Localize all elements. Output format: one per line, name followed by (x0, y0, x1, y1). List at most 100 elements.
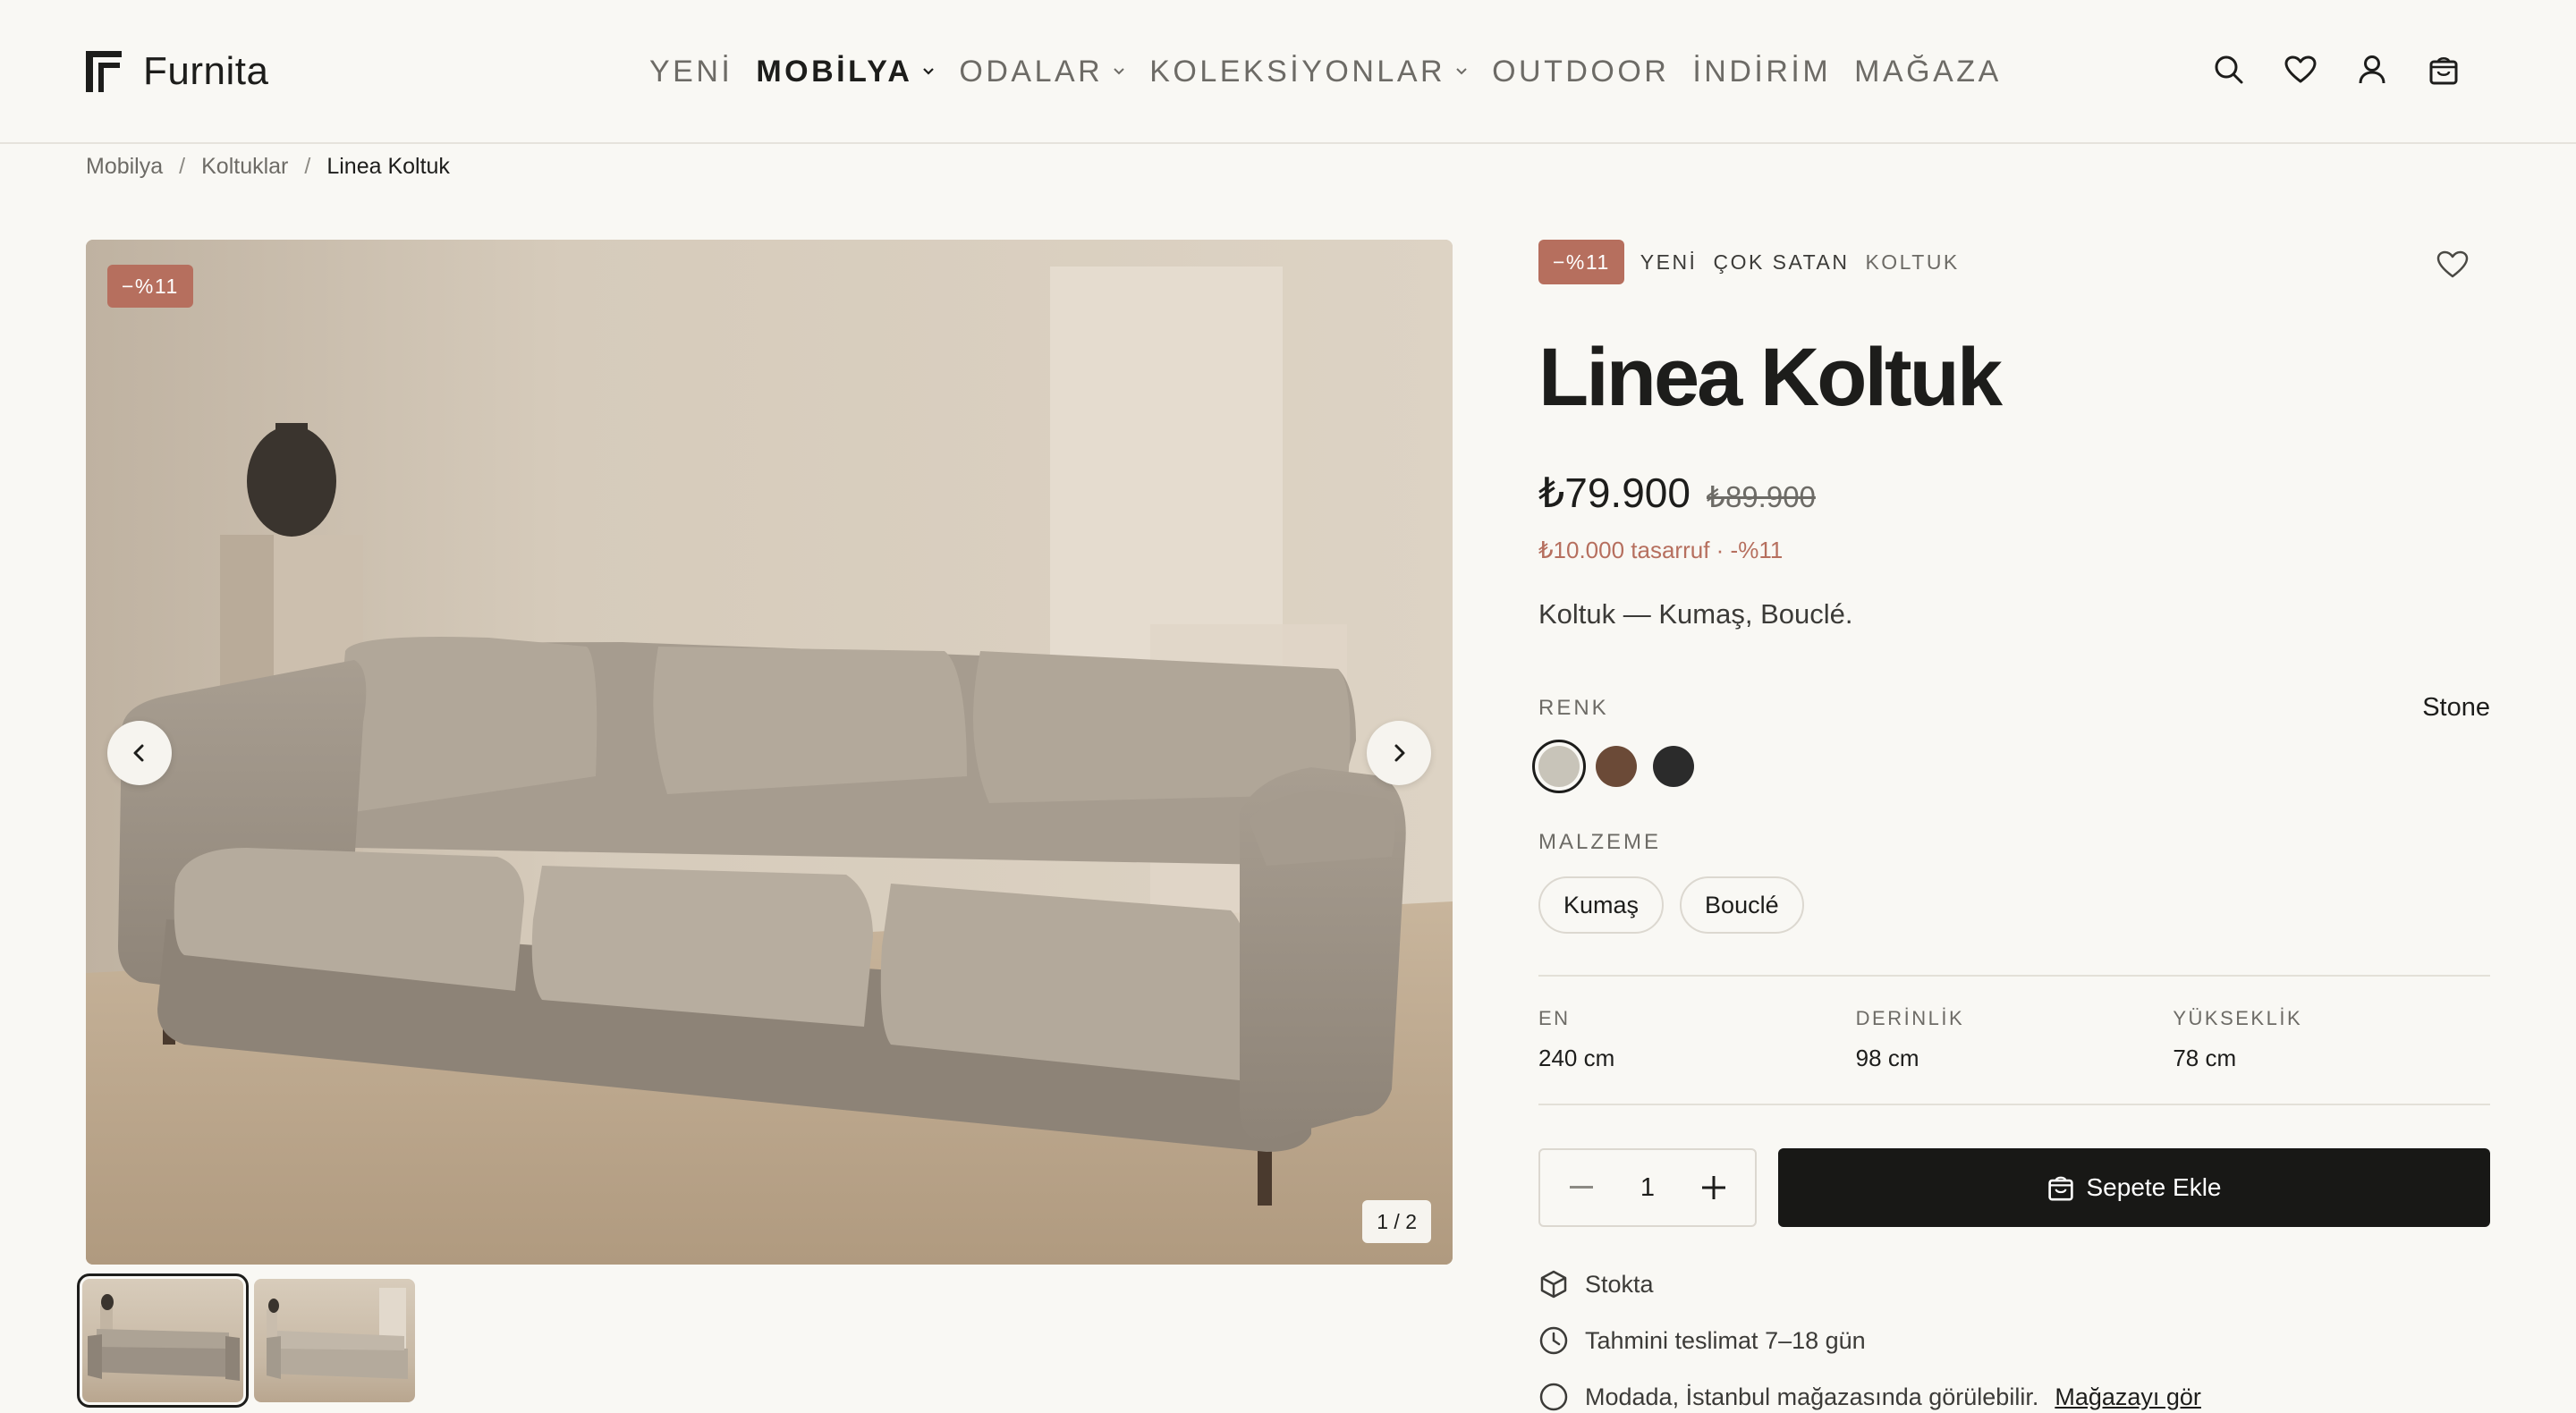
nav-label: KOLEKSİYONLAR (1149, 54, 1446, 89)
quantity-decrease-button[interactable] (1565, 1172, 1597, 1204)
gallery-next-button[interactable] (1367, 721, 1431, 785)
add-to-cart-button[interactable]: Sepete Ekle (1778, 1148, 2490, 1227)
nav-item-magaza[interactable]: MAĞAZA (1854, 55, 2002, 89)
selected-color-name: Stone (2422, 693, 2490, 722)
stock-status: Stokta (1538, 1268, 2490, 1300)
discount-badge: −%11 (107, 265, 193, 308)
image-counter: 1 / 2 (1362, 1200, 1431, 1243)
thumbnail-1[interactable] (77, 1273, 249, 1408)
color-swatch-stone[interactable] (1532, 740, 1586, 793)
quantity-stepper: 1 (1538, 1148, 1757, 1227)
nav-item-outdoor[interactable]: OUTDOOR (1492, 55, 1669, 89)
material-chip-kumas[interactable]: Kumaş (1538, 876, 1665, 934)
breadcrumb: Mobilya / Koltuklar / Linea Koltuk (86, 150, 450, 182)
store-icon (1539, 1383, 1568, 1411)
shopping-bag-icon (2047, 1176, 2073, 1201)
wishlist-button[interactable] (2284, 52, 2317, 88)
nav-item-mobilya[interactable]: MOBİLYA (756, 55, 936, 89)
breadcrumb-separator: / (304, 153, 311, 179)
discount-tag: −%11 (1538, 240, 1624, 284)
box-icon (1540, 1270, 1567, 1299)
store-link[interactable]: Mağazayı gör (2055, 1383, 2201, 1411)
site-header: Furnita YENİ MOBİLYA ODALAR KOLEKSİYONLA… (0, 0, 2576, 144)
account-button[interactable] (2356, 52, 2388, 88)
brand-logo[interactable]: Furnita (86, 47, 268, 97)
saving-text: ₺10.000 tasarruf · -%11 (1538, 537, 1784, 563)
product-title: Linea Koltuk (1538, 332, 2003, 423)
price-row: ₺79.900 ₺89.900 (1538, 469, 2490, 517)
nav-item-yeni[interactable]: YENİ (649, 55, 733, 89)
chevron-left-icon (133, 744, 144, 762)
minus-icon (1570, 1186, 1593, 1189)
purchase-row: 1 Sepete Ekle (1538, 1148, 2490, 1227)
header-actions (2213, 52, 2460, 88)
material-label: MALZEME (1538, 830, 1662, 854)
color-swatch-brown[interactable] (1596, 746, 1637, 787)
heart-icon (2436, 250, 2469, 278)
product-subtitle: Koltuk — Kumaş, Bouclé. (1538, 598, 1853, 630)
chevron-down-icon (1456, 68, 1467, 75)
product-image-gallery[interactable]: −%11 1 / 2 (86, 240, 1453, 1265)
search-icon (2215, 55, 2243, 84)
breadcrumb-link-koltuklar[interactable]: Koltuklar (201, 154, 288, 180)
dimension-value: 98 cm (1855, 1045, 1919, 1071)
logo-mark-icon (86, 51, 122, 92)
quantity-increase-button[interactable] (1698, 1172, 1730, 1204)
product-main-image (86, 240, 1453, 1265)
stock-text: Stokta (1585, 1270, 1654, 1298)
product-meta: Stokta Tahmini teslimat 7–18 gün Modada,… (1538, 1268, 2490, 1413)
tag-bestseller: ÇOK SATAN (1713, 250, 1850, 274)
delivery-estimate: Tahmini teslimat 7–18 gün (1538, 1324, 2490, 1357)
nav-item-odalar[interactable]: ODALAR (959, 55, 1126, 89)
product-tags: −%11 YENİ ÇOK SATAN KOLTUK (1538, 240, 2490, 284)
old-price: ₺89.900 (1706, 480, 1816, 513)
add-to-wishlist-button[interactable] (2436, 250, 2472, 286)
nav-item-koleksiyonlar[interactable]: KOLEKSİYONLAR (1149, 55, 1469, 89)
tag-new: YENİ (1640, 250, 1698, 274)
material-chip-boucle[interactable]: Bouclé (1680, 876, 1804, 934)
chevron-down-icon (1114, 68, 1124, 75)
chevron-right-icon (1394, 744, 1405, 762)
shopping-bag-icon (2429, 57, 2458, 85)
chevron-down-icon (923, 68, 935, 75)
dimension-label: EN (1538, 1007, 1571, 1029)
thumbnail-strip (77, 1273, 415, 1408)
breadcrumb-separator: / (179, 153, 186, 179)
gallery-prev-button[interactable] (107, 721, 172, 785)
nav-label: YENİ (649, 54, 733, 89)
color-section-header: RENK Stone (1538, 693, 2490, 723)
color-swatch-charcoal[interactable] (1653, 746, 1694, 787)
user-icon (2359, 55, 2385, 84)
heart-icon (2284, 55, 2317, 83)
color-label: RENK (1538, 695, 1609, 720)
nav-label: OUTDOOR (1492, 54, 1670, 89)
brand-name: Furnita (143, 49, 269, 93)
dimension-value: 240 cm (1538, 1045, 1615, 1071)
thumbnail-image (267, 1288, 408, 1379)
store-availability: Modada, İstanbul mağazasında görülebilir… (1538, 1381, 2490, 1413)
search-button[interactable] (2213, 52, 2245, 88)
thumbnail-image (88, 1294, 240, 1381)
breadcrumb-current: Linea Koltuk (326, 153, 450, 179)
dimension-label: DERİNLİK (1855, 1007, 1965, 1029)
nav-label: MAĞAZA (1854, 54, 2002, 89)
nav-label: MOBİLYA (756, 54, 913, 89)
material-options: Kumaş Bouclé (1538, 876, 2490, 934)
nav-item-indirim[interactable]: İNDİRİM (1692, 55, 1831, 89)
dimension-height: YÜKSEKLİK 78 cm (2173, 977, 2490, 1104)
current-price: ₺79.900 (1538, 470, 1690, 516)
cart-button[interactable] (2428, 52, 2460, 88)
main-nav: YENİ MOBİLYA ODALAR KOLEKSİYONLAR OUTDOO… (649, 50, 2002, 93)
store-text: Modada, İstanbul mağazasında görülebilir… (1585, 1383, 2039, 1410)
nav-label: ODALAR (959, 54, 1104, 89)
nav-label: İNDİRİM (1692, 54, 1832, 89)
thumbnail-2[interactable] (254, 1279, 415, 1402)
dimension-width: EN 240 cm (1538, 977, 1856, 1104)
delivery-text: Tahmini teslimat 7–18 gün (1585, 1326, 1866, 1354)
product-info: −%11 YENİ ÇOK SATAN KOLTUK Linea Koltuk … (1532, 240, 2490, 1413)
add-to-cart-label: Sepete Ekle (2086, 1173, 2222, 1201)
dimensions-table: EN 240 cm DERİNLİK 98 cm YÜKSEKLİK 78 cm (1538, 975, 2490, 1105)
quantity-value[interactable]: 1 (1640, 1173, 1655, 1203)
clock-icon (1539, 1326, 1568, 1355)
breadcrumb-link-mobilya[interactable]: Mobilya (86, 154, 163, 180)
